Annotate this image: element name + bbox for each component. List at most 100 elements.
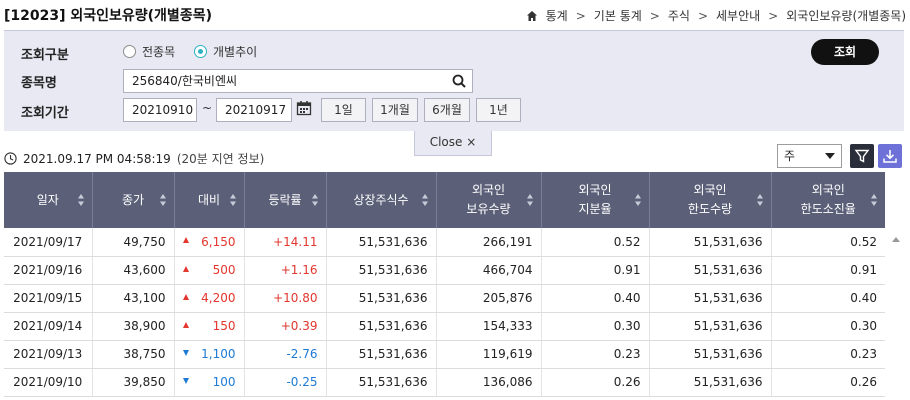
sort-icon[interactable]: [159, 194, 166, 206]
cell-rate: -0.25: [244, 368, 327, 397]
cell-foreign-ratio: 0.26: [541, 368, 650, 397]
column-header-rate[interactable]: 등락률: [244, 172, 327, 228]
cell-rate: +10.80: [244, 284, 327, 313]
sort-icon[interactable]: [311, 194, 318, 206]
table-row: 2021/09/14 38,900 150 +0.39 51,531,636 154,33…: [4, 312, 885, 341]
breadcrumb-item-current[interactable]: 외국인보유량(개별종목): [786, 7, 906, 24]
cell-foreign-ratio: 0.91: [541, 256, 650, 285]
breadcrumb-item-stock[interactable]: 주식: [668, 7, 690, 24]
cell-limit-rate: 0.91: [771, 256, 885, 285]
triangle-up-icon: [182, 321, 189, 328]
home-icon[interactable]: [526, 10, 538, 22]
radio-all-stocks-label: 전종목: [142, 45, 176, 59]
stock-name-value: 256840/한국비엔씨: [132, 74, 238, 88]
column-header-limit-qty[interactable]: 외국인 한도수량: [649, 172, 772, 228]
change-value: 4,200: [201, 291, 236, 305]
triangle-up-icon: [182, 237, 189, 243]
breadcrumb-separator: >: [697, 8, 708, 23]
column-header-listed-shares[interactable]: 상장주식수: [326, 172, 437, 228]
column-header-change[interactable]: 대비: [174, 172, 245, 228]
download-button[interactable]: [878, 144, 902, 168]
radio-individual-trend-dot[interactable]: [194, 45, 207, 58]
cell-date: 2021/09/14: [4, 312, 93, 341]
sort-icon[interactable]: [526, 194, 533, 206]
change-value: 1,100: [201, 347, 236, 361]
cell-limit-rate: 0.30: [771, 312, 885, 341]
sort-icon[interactable]: [421, 194, 428, 206]
period-1day-button[interactable]: 1일: [321, 98, 366, 122]
filter-button[interactable]: [850, 144, 874, 168]
cell-date: 2021/09/13: [4, 340, 93, 369]
table-row: 2021/09/13 38,750 1,100 -2.76 51,531,636 119,…: [4, 340, 885, 369]
period-1month-button[interactable]: 1개월: [372, 98, 418, 122]
breadcrumb-item-details[interactable]: 세부안내: [716, 7, 760, 24]
cell-listed-shares: 51,531,636: [326, 340, 437, 369]
column-header-limit-rate[interactable]: 외국인 한도소진율: [771, 172, 885, 228]
breadcrumb: 통계 > 기본 통계 > 주식 > 세부안내 > 외국인보유량(개별종목): [526, 7, 906, 24]
breadcrumb-separator: >: [649, 8, 660, 23]
cell-change: 150: [174, 312, 245, 341]
stock-name-label: 종목명: [21, 76, 57, 91]
title-bar: [12023] 외국인보유량(개별종목) 통계 > 기본 통계 > 주식 > 세…: [0, 0, 910, 30]
search-icon[interactable]: [452, 74, 466, 88]
radio-all-stocks[interactable]: 전종목: [123, 43, 175, 60]
submit-search-button[interactable]: 조회: [811, 39, 879, 65]
search-type-label: 조회구분: [21, 48, 69, 63]
cell-date: 2021/09/10: [4, 368, 93, 397]
start-date-input[interactable]: 20210910: [123, 98, 197, 122]
end-date-input[interactable]: 20210917: [216, 98, 292, 122]
stock-name-input[interactable]: 256840/한국비엔씨: [123, 69, 473, 93]
radio-individual-trend[interactable]: 개별추이: [194, 43, 257, 60]
cell-rate: +0.39: [244, 312, 327, 341]
column-header-close[interactable]: 종가: [92, 172, 175, 228]
sort-icon[interactable]: [871, 194, 877, 206]
close-panel-button[interactable]: Close ×: [414, 131, 492, 156]
radio-all-stocks-dot[interactable]: [123, 45, 136, 58]
cell-change: 4,200: [174, 284, 245, 313]
sort-icon[interactable]: [229, 194, 236, 206]
scroll-up-icon[interactable]: [892, 237, 900, 242]
cell-listed-shares: 51,531,636: [326, 368, 437, 397]
radio-individual-trend-label: 개별추이: [213, 45, 258, 59]
triangle-up-icon: [182, 265, 189, 272]
cell-limit-qty: 51,531,636: [649, 312, 772, 341]
cell-change: 500: [174, 256, 245, 285]
cell-date: 2021/09/17: [4, 228, 93, 257]
cell-limit-qty: 51,531,636: [649, 340, 772, 369]
breadcrumb-item-stats[interactable]: 통계: [546, 7, 568, 24]
cell-rate: +14.11: [244, 228, 327, 257]
change-value: 500: [212, 263, 236, 277]
sort-icon[interactable]: [77, 194, 84, 206]
cell-foreign-qty: 136,086: [436, 368, 542, 397]
table-row: 2021/09/17 49,750 6,150 +14.11 51,531,636 266…: [4, 228, 885, 257]
chevron-down-icon: [825, 153, 835, 159]
cell-date: 2021/09/16: [4, 256, 93, 285]
period-1year-button[interactable]: 1년: [476, 98, 521, 122]
sort-icon[interactable]: [756, 194, 763, 206]
sort-icon[interactable]: [634, 194, 641, 206]
cell-listed-shares: 51,531,636: [326, 228, 437, 257]
period-6month-button[interactable]: 6개월: [424, 98, 470, 122]
download-icon: [883, 150, 897, 163]
period-select[interactable]: 주: [777, 144, 842, 168]
calendar-icon[interactable]: [296, 100, 312, 116]
cell-foreign-ratio: 0.40: [541, 284, 650, 313]
cell-rate: -2.76: [244, 340, 327, 369]
cell-close: 43,100: [92, 284, 175, 313]
cell-foreign-ratio: 0.52: [541, 228, 650, 257]
breadcrumb-item-basic-stats[interactable]: 기본 통계: [594, 7, 642, 24]
cell-limit-rate: 0.40: [771, 284, 885, 313]
cell-foreign-qty: 266,191: [436, 228, 542, 257]
table-row: 2021/09/15 43,100 4,200 +10.80 51,531,636 205…: [4, 284, 885, 313]
triangle-down-icon: [182, 349, 189, 356]
column-header-date[interactable]: 일자: [4, 172, 93, 228]
table-scrollbar[interactable]: [888, 228, 904, 400]
cell-limit-rate: 0.26: [771, 368, 885, 397]
foreign-holdings-table: 일자 종가 대비 등락률 상장주식수 외국인 보유수량 외국인 지분율 외국인 한도수…: [4, 172, 885, 397]
cell-limit-qty: 51,531,636: [649, 256, 772, 285]
column-header-foreign-ratio[interactable]: 외국인 지분율: [541, 172, 650, 228]
filter-icon: [854, 149, 870, 163]
cell-listed-shares: 51,531,636: [326, 312, 437, 341]
column-header-foreign-qty[interactable]: 외국인 보유수량: [436, 172, 542, 228]
cell-foreign-ratio: 0.30: [541, 312, 650, 341]
